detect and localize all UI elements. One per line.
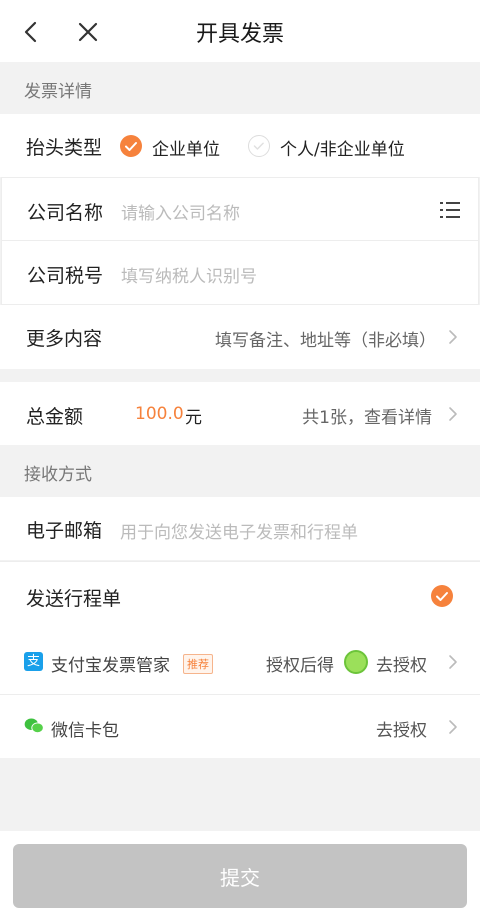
green-reward-icon (344, 650, 368, 674)
send-itinerary-label: 发送行程单 (26, 588, 122, 610)
section-title: 接收方式 (24, 465, 92, 485)
section-header-receive-method: 接收方式 (0, 445, 480, 497)
email-row: 电子邮箱 用于向您发送电子发票和行程单 (0, 497, 480, 560)
section-header-invoice-details: 发票详情 (0, 62, 480, 114)
chevron-right-icon (449, 407, 457, 421)
send-itinerary-row[interactable]: 发送行程单 (0, 561, 480, 628)
chevron-right-icon (449, 330, 457, 344)
list-icon[interactable] (440, 201, 460, 219)
title-type-company-option[interactable]: 企业单位 (120, 114, 230, 177)
company-name-input[interactable]: 请输入公司名称 (121, 199, 240, 224)
wechat-row[interactable]: 微信卡包 去授权 (0, 694, 480, 758)
email-input[interactable]: 用于向您发送电子发票和行程单 (120, 518, 358, 543)
alipay-icon: 支 (24, 652, 43, 671)
title-type-label: 抬头类型 (26, 137, 103, 159)
wechat-icon (24, 718, 44, 734)
total-amount: 100.0 (135, 404, 184, 424)
submit-bar: 提交 (0, 831, 480, 921)
more-content-hint: 填写备注、地址等（非必填） (215, 331, 436, 351)
total-unit: 元 (185, 408, 202, 428)
nav-bar: 开具发票 (0, 0, 480, 62)
company-name-row: 公司名称 请输入公司名称 (1, 177, 479, 241)
total-amount-row[interactable]: 总金额 100.0 元 共1张，查看详情 (0, 382, 480, 445)
title-type-personal-option[interactable]: 个人/非企业单位 (248, 114, 428, 177)
wechat-name: 微信卡包 (51, 721, 119, 741)
alipay-authorize-action[interactable]: 去授权 (376, 651, 427, 676)
company-option-label: 企业单位 (152, 140, 220, 160)
total-detail-link: 共1张，查看详情 (302, 408, 432, 428)
alipay-reward-text: 授权后得 (266, 656, 334, 676)
title-type-row: 抬头类型 企业单位 个人/非企业单位 (0, 114, 480, 177)
recommend-badge: 推荐 (183, 654, 213, 674)
submit-button[interactable]: 提交 (13, 844, 467, 908)
send-itinerary-checkbox[interactable] (431, 585, 453, 607)
section-title: 发票详情 (24, 82, 92, 102)
more-content-row[interactable]: 更多内容 填写备注、地址等（非必填） (0, 305, 480, 369)
page-title: 开具发票 (195, 22, 284, 47)
chevron-right-icon (449, 720, 457, 734)
more-content-label: 更多内容 (26, 328, 103, 350)
alipay-name: 支付宝发票管家 (51, 656, 170, 676)
unchecked-icon (248, 135, 270, 157)
tax-number-input[interactable]: 填写纳税人识别号 (121, 262, 257, 287)
email-label: 电子邮箱 (26, 520, 103, 542)
checked-icon (120, 135, 142, 157)
chevron-right-icon (449, 655, 457, 669)
tax-number-row: 公司税号 填写纳税人识别号 (1, 240, 479, 305)
alipay-row[interactable]: 支 支付宝发票管家 推荐 授权后得 去授权 (0, 628, 480, 695)
company-name-label: 公司名称 (27, 202, 104, 224)
wechat-authorize-action[interactable]: 去授权 (376, 716, 427, 741)
tax-number-label: 公司税号 (27, 265, 104, 287)
personal-option-label: 个人/非企业单位 (280, 140, 405, 160)
total-label: 总金额 (26, 406, 84, 428)
